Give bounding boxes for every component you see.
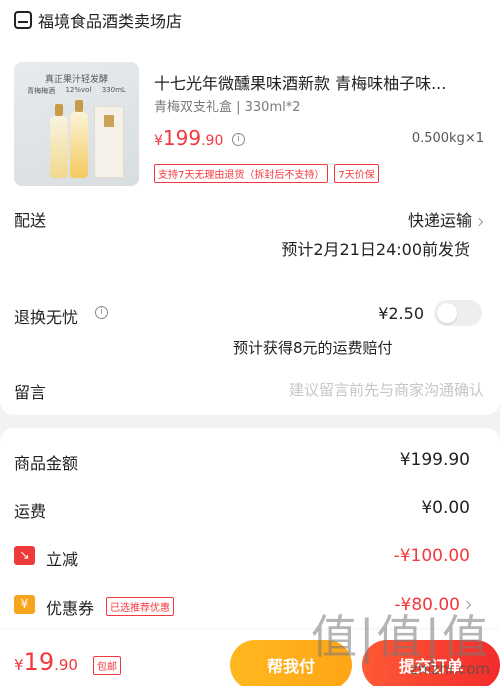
message-input[interactable] bbox=[150, 378, 484, 402]
bottle-cap bbox=[75, 100, 83, 112]
instant-discount-value: -¥100.00 bbox=[393, 546, 470, 566]
coupon-recommended-tag: 已选推荐优惠 bbox=[106, 597, 174, 616]
product-weight: 0.500kg×1 bbox=[411, 131, 484, 146]
service-tags: 支持7天无理由退货（拆封后不支持） 7天价保 bbox=[154, 164, 379, 183]
free-shipping-tag: 包邮 bbox=[93, 656, 121, 675]
watermark: 值|值|值 zhizhi.com bbox=[311, 614, 490, 678]
bottle-cap bbox=[55, 104, 63, 116]
product-image-abv: 12%vol bbox=[65, 86, 92, 94]
return-insurance-toggle[interactable] bbox=[434, 300, 482, 326]
coupon-label: 优惠券 bbox=[46, 599, 95, 618]
store-icon bbox=[14, 11, 32, 29]
product-spec[interactable]: 青梅双支礼盒 | 330ml*2 bbox=[154, 96, 301, 115]
total-price: ¥ 19 .90 bbox=[14, 648, 78, 676]
return-compensation-note: 预计获得8元的运费赔付 bbox=[233, 339, 393, 357]
shipping-fee-value: ¥0.00 bbox=[421, 498, 470, 518]
product-image-headline: 真正果汁轻发酵 bbox=[44, 75, 108, 85]
order-info-card: 福境食品酒类卖场店 真正果汁轻发酵 青梅梅酒 12%vol 330mL 十七光年… bbox=[0, 0, 500, 415]
return-insurance-price: ¥2.50 bbox=[378, 304, 424, 323]
delivery-eta: 预计2月21日24:00前发货 bbox=[281, 240, 470, 259]
discount-arrow-icon: ↘ bbox=[14, 546, 35, 565]
bottle-illustration bbox=[50, 116, 68, 178]
shipping-fee-label: 运费 bbox=[14, 502, 47, 521]
message-label: 留言 bbox=[14, 383, 47, 402]
return-insurance-label: 退换无忧 bbox=[14, 308, 79, 327]
shop-header[interactable]: 福境食品酒类卖场店 bbox=[14, 8, 182, 32]
delivery-method[interactable]: 快递运输 bbox=[408, 207, 484, 231]
coupon-icon: ¥ bbox=[14, 595, 35, 614]
delivery-label: 配送 bbox=[14, 211, 47, 230]
return-policy-tag: 支持7天无理由退货（拆封后不支持） bbox=[154, 164, 329, 183]
product-image-label: 青梅梅酒 bbox=[27, 87, 56, 95]
chevron-right-icon bbox=[474, 217, 484, 226]
product-image-volume: 330mL bbox=[101, 86, 126, 94]
goods-amount-label: 商品金额 bbox=[14, 454, 79, 473]
product-price: ¥ 199 .90 bbox=[154, 126, 224, 150]
watermark-logo: 值|值|值 bbox=[311, 610, 490, 664]
shop-name: 福境食品酒类卖场店 bbox=[38, 12, 183, 31]
price-protection-tag: 7天价保 bbox=[334, 164, 379, 183]
product-image[interactable]: 真正果汁轻发酵 青梅梅酒 12%vol 330mL bbox=[14, 62, 139, 186]
instant-discount-label: 立减 bbox=[46, 550, 79, 569]
product-title[interactable]: 十七光年微醺果味酒新款 青梅味柚子味... bbox=[154, 70, 486, 94]
gift-box-illustration bbox=[94, 106, 124, 178]
info-icon[interactable]: i bbox=[95, 306, 108, 319]
bottle-illustration bbox=[70, 112, 88, 178]
goods-amount-value: ¥199.90 bbox=[399, 450, 470, 470]
info-icon[interactable]: i bbox=[232, 133, 245, 146]
chevron-right-icon bbox=[462, 600, 472, 610]
